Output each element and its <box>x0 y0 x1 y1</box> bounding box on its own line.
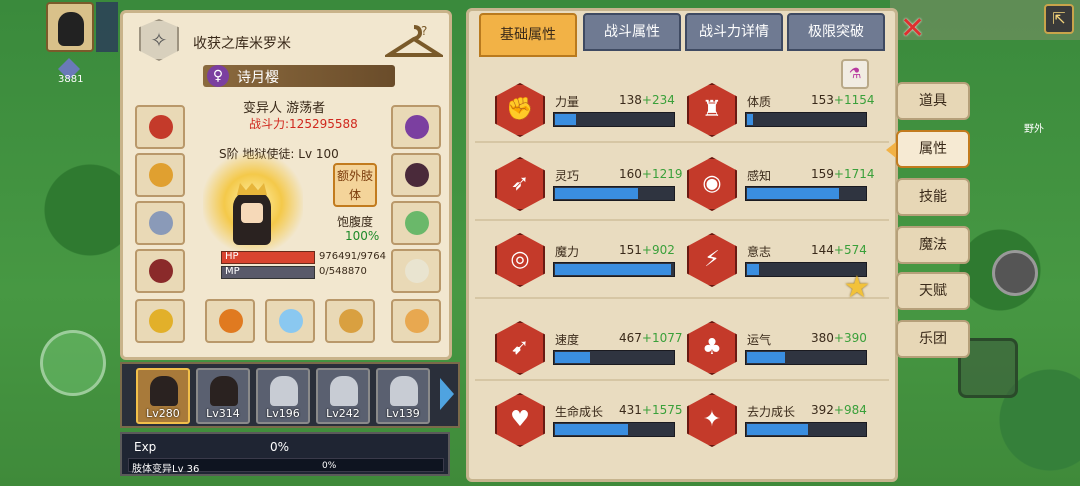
strength-icon: ✊ <box>495 83 545 137</box>
hanger-icon[interactable]: ? <box>385 21 443 63</box>
equip-slot-blade[interactable] <box>265 299 315 343</box>
skill-button[interactable] <box>992 250 1038 296</box>
guild-badge-icon: ✧ <box>139 19 179 61</box>
perception-icon: ◉ <box>687 157 737 211</box>
svg-text:?: ? <box>421 24 427 38</box>
equip-slot-armor[interactable] <box>135 249 185 293</box>
equip-slot-ring[interactable] <box>135 299 185 343</box>
world-area-label: 野外 <box>1024 124 1044 135</box>
attribute-speed: ➹ 速度 467+1077 <box>495 319 685 379</box>
attribute-strength: ✊ 力量 138+234 <box>495 81 685 141</box>
character-name: 诗月樱 <box>237 70 279 86</box>
side-item-talent[interactable]: 天赋 <box>896 272 970 310</box>
exit-icon[interactable]: ⇱ <box>1044 4 1074 34</box>
exp-panel: Exp 0% 肢体变异Lv 36 0% <box>120 432 450 476</box>
attribute-row-2: ➶ 灵巧 160+1219 ◉ 感知 159+1714 <box>475 151 889 221</box>
force-growth-icon: ✦ <box>687 393 737 447</box>
team-member-5[interactable]: Lv139 <box>376 368 430 424</box>
side-item-magic[interactable]: 魔法 <box>896 226 970 264</box>
mp-value: 0/548870 <box>319 266 367 277</box>
dexterity-icon: ➶ <box>495 157 545 211</box>
side-item-attributes[interactable]: 属性 <box>896 130 970 168</box>
hp-label: HP <box>225 251 239 262</box>
constitution-icon: ♜ <box>687 83 737 137</box>
attribute-luck: ♣ 运气 380+390 <box>687 319 877 379</box>
attribute-panel: 基础属性 战斗属性 战斗力详情 极限突破 ⚗ ✊ 力量 138+234 ♜ 体质… <box>466 8 898 482</box>
equip-slot-boots[interactable] <box>391 249 441 293</box>
equip-slot-helmet[interactable] <box>135 105 185 149</box>
attribute-perception: ◉ 感知 159+1714 <box>687 155 877 215</box>
attribute-row-4: ➹ 速度 467+1077 ♣ 运气 380+390 <box>475 315 889 381</box>
side-item-band[interactable]: 乐团 <box>896 320 970 358</box>
attribute-life-growth: ♥ 生命成长 431+1575 <box>495 391 685 451</box>
team-member-1[interactable]: Lv280 <box>136 368 190 424</box>
equip-slot-cape[interactable] <box>135 201 185 245</box>
star-icon[interactable]: ★ <box>839 273 875 307</box>
character-panel: ✧ 收获之库米罗米 ? ♀ 诗月樱 变异人 游荡者 战斗力:125295588 … <box>120 10 452 360</box>
team-member-2[interactable]: Lv314 <box>196 368 250 424</box>
gem-count: 3881 <box>58 74 84 85</box>
mutation-percent: 0% <box>322 461 337 471</box>
tab-combat-attributes[interactable]: 战斗属性 <box>583 13 681 51</box>
female-icon: ♀ <box>207 65 229 87</box>
side-menu-pointer-icon <box>886 142 896 158</box>
tab-power-details[interactable]: 战斗力详情 <box>685 13 783 51</box>
equip-slot-amulet[interactable] <box>391 105 441 149</box>
attribute-constitution: ♜ 体质 153+1154 <box>687 81 877 141</box>
player-status-strip <box>96 2 118 52</box>
equip-slot-bow[interactable] <box>325 299 375 343</box>
side-item-skills[interactable]: 技能 <box>896 178 970 216</box>
team-next-arrow-icon[interactable] <box>440 378 454 410</box>
player-avatar[interactable] <box>46 2 94 52</box>
attribute-row-5: ♥ 生命成长 431+1575 ✦ 去力成长 392+984 <box>475 387 889 459</box>
satiety-label: 饱腹度 <box>337 215 374 229</box>
joystick-button[interactable] <box>40 330 106 396</box>
will-icon: ⚡ <box>687 233 737 287</box>
equip-slot-staff[interactable] <box>205 299 255 343</box>
character-portrait <box>203 151 303 255</box>
side-item-items[interactable]: 道具 <box>896 82 970 120</box>
character-class: 变异人 游荡者 <box>243 101 326 116</box>
luck-icon: ♣ <box>687 321 737 375</box>
tab-basic-attributes[interactable]: 基础属性 <box>479 13 577 57</box>
satiety-value: 100% <box>345 229 380 243</box>
life-growth-icon: ♥ <box>495 393 545 447</box>
attribute-force-growth: ✦ 去力成长 392+984 <box>687 391 877 451</box>
equip-slot-gloves[interactable] <box>391 153 441 197</box>
character-name-bar <box>203 65 395 87</box>
combat-power: 战斗力:125295588 <box>249 117 358 131</box>
tab-limit-break[interactable]: 极限突破 <box>787 13 885 51</box>
speed-icon: ➹ <box>495 321 545 375</box>
mp-label: MP <box>225 266 240 277</box>
team-member-4[interactable]: Lv242 <box>316 368 370 424</box>
guild-name: 收获之库米罗米 <box>193 36 291 52</box>
extra-body-button[interactable]: 额外肢体 <box>333 163 377 207</box>
hp-value: 976491/9764 <box>319 251 386 262</box>
attribute-row-1: ✊ 力量 138+234 ♜ 体质 153+1154 <box>475 77 889 143</box>
attribute-dexterity: ➶ 灵巧 160+1219 <box>495 155 685 215</box>
mutation-label: 肢体变异Lv 36 <box>132 464 200 475</box>
equip-slot-necklace[interactable] <box>135 153 185 197</box>
equip-slot-mirror[interactable] <box>391 201 441 245</box>
attribute-row-3: ◎ 魔力 151+902 ⚡ 意志 144+574 <box>475 227 889 299</box>
team-member-3[interactable]: Lv196 <box>256 368 310 424</box>
magic-icon: ◎ <box>495 233 545 287</box>
team-roster: Lv280 Lv314 Lv196 Lv242 Lv139 <box>120 362 460 428</box>
equip-slot-accessory[interactable] <box>391 299 441 343</box>
close-icon[interactable]: ✕ <box>900 14 925 44</box>
exp-label: Exp <box>134 440 157 454</box>
exp-percent: 0% <box>270 440 290 454</box>
attribute-magic: ◎ 魔力 151+902 <box>495 231 685 291</box>
